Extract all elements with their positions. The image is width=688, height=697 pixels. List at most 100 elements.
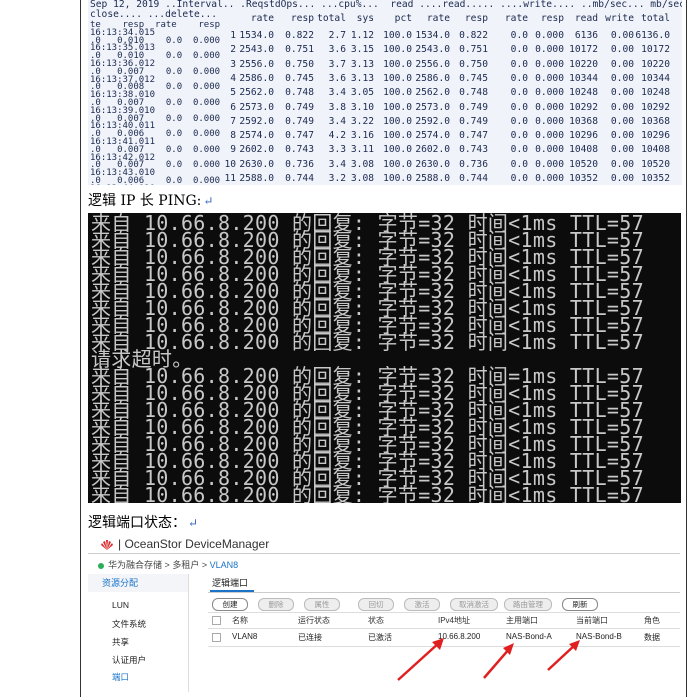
vdbench-cell: 7: [230, 115, 236, 127]
vdbench-cell: 0.0: [510, 101, 528, 113]
breadcrumb-current[interactable]: VLAN8: [210, 560, 239, 570]
vdbench-row: 1 1534.0 0.822 2.7 1.12 100.0 1534.0 0.822 0.0 0.…: [88, 29, 682, 43]
vdbench-cell: 10248: [641, 87, 670, 99]
vdbench-cell: 0.00: [610, 144, 634, 156]
vdbench-cell: 0.747: [459, 130, 488, 142]
vdbench-cell: 0.00: [610, 158, 634, 170]
vdbench-cell: 0.748: [459, 87, 488, 99]
activate-button[interactable]: 激活: [404, 598, 440, 611]
vdbench-cell: 0.000: [535, 144, 564, 156]
vdbench-cell: 100.0: [383, 158, 412, 170]
sidebar-header[interactable]: 资源分配: [88, 574, 188, 592]
properties-button[interactable]: 属性: [304, 598, 340, 611]
column-header-running-status[interactable]: 运行状态: [298, 615, 330, 627]
column-header-status[interactable]: 状态: [368, 615, 384, 627]
vdbench-cell: 0.0: [510, 158, 528, 170]
vdbench-cell: 3.05: [350, 87, 374, 99]
ping-console: 来自 10.66.8.200 的回复: 字节=32 时间<1ms TTL=57 来…: [88, 213, 681, 503]
vdbench-cell: 3.8: [328, 101, 346, 113]
vdbench-cell: 10296: [641, 130, 670, 142]
column-header-current-port[interactable]: 当前端口: [576, 615, 608, 627]
breadcrumb-item[interactable]: 多租户: [172, 560, 199, 570]
vdbench-cell: 0.745: [459, 72, 488, 84]
vdbench-cell: 2586.0: [415, 72, 450, 84]
vdbench-cell: 3.08: [350, 173, 374, 184]
vdbench-cell: 0.00: [610, 87, 634, 99]
sidebar-item-share[interactable]: 共享: [112, 636, 129, 648]
vdbench-cell: 100.0: [383, 101, 412, 113]
console-line: 来自 10.66.8.200 的回复: 字节=32 时间<1ms TTL=57: [91, 483, 644, 503]
vdbench-cell: 2573.0: [415, 101, 450, 113]
cell-name[interactable]: VLAN8: [232, 632, 257, 641]
row-checkbox[interactable]: [212, 633, 221, 642]
vdbench-cell: 0.00: [610, 173, 634, 184]
create-button[interactable]: 创建: [212, 598, 248, 611]
tab-logical-port[interactable]: 逻辑端口: [212, 576, 248, 589]
breadcrumb: 华为融合存储 > 多租户 > VLAN8: [98, 558, 238, 571]
column-header-primary-port[interactable]: 主用端口: [506, 615, 538, 627]
vdbench-cell: 0.0: [510, 58, 528, 70]
vdbench-cell: 100.0: [383, 58, 412, 70]
vdbench-cell: 0.000: [535, 130, 564, 142]
column-header-role[interactable]: 角色: [644, 615, 660, 627]
vdbench-cell: 0.749: [285, 101, 314, 113]
breadcrumb-item[interactable]: 华为融合存储: [108, 560, 162, 570]
sidebar-item-lun[interactable]: LUN: [112, 600, 129, 610]
arrow-current-port-icon: [547, 640, 580, 671]
vdbench-cell: 100.0: [383, 144, 412, 156]
vdbench-cell: 0.00: [610, 30, 634, 41]
vdbench-cell: 0.822: [285, 30, 314, 41]
refresh-button[interactable]: 刷新: [562, 598, 598, 611]
deactivate-button[interactable]: 取消激活: [450, 598, 498, 611]
vdbench-cell: 0.750: [459, 58, 488, 70]
vdbench-cell: 10344: [569, 72, 598, 84]
vdbench-cell: 0.0: [510, 30, 528, 41]
vdbench-row: 8 2574.0 0.747 4.2 3.16 100.0 2574.0 0.747 0.0 0.…: [88, 129, 682, 143]
vdbench-cell: 1: [230, 30, 236, 41]
failback-button[interactable]: 回切: [358, 598, 394, 611]
vdbench-cell: 10248: [569, 87, 598, 99]
vdbench-cell: 0.00: [610, 58, 634, 70]
vdbench-cell: 0.749: [285, 115, 314, 127]
sidebar-item-port[interactable]: 端口: [112, 671, 129, 683]
vdbench-cell: 3.13: [350, 58, 374, 70]
vdbench-cell: 2543.0: [415, 44, 450, 56]
arrow-ipv4-icon: [397, 638, 444, 681]
vdbench-cell: 3.13: [350, 72, 374, 84]
vdbench-cell: 10408: [569, 144, 598, 156]
vdbench-cell: 1534.0: [239, 30, 274, 41]
select-all-checkbox[interactable]: [212, 616, 221, 625]
vdbench-cell: 0.822: [459, 30, 488, 41]
vdbench-cell: 10220: [641, 58, 670, 70]
vdbench-cell: 0.0: [510, 173, 528, 184]
vdbench-cell: 10408: [641, 144, 670, 156]
vdbench-column-header: rate: [426, 13, 450, 24]
vdbench-cell: 0.0: [510, 72, 528, 84]
vdbench-cell: 2562.0: [239, 87, 274, 99]
vdbench-cell: 0.000: [535, 158, 564, 170]
sidebar-item-filesystem[interactable]: 文件系统: [112, 618, 146, 630]
vdbench-cell: 0.0: [510, 87, 528, 99]
route-management-button[interactable]: 路由管理: [504, 598, 552, 611]
vdbench-column-header: resp: [464, 13, 488, 24]
app-title: | OceanStor DeviceManager: [100, 537, 269, 551]
column-header-ipv4[interactable]: IPv4地址: [438, 615, 470, 627]
vdbench-cell: 3.3: [328, 144, 346, 156]
vdbench-cell: 0.743: [459, 144, 488, 156]
vdbench-cell: 0.743: [285, 144, 314, 156]
vdbench-cell: 3.15: [350, 44, 374, 56]
table-header-top-border: [208, 612, 680, 613]
vdbench-cell: 3.6: [328, 44, 346, 56]
vdbench-cell: 0.00: [610, 115, 634, 127]
vdbench-cell: 2574.0: [239, 130, 274, 142]
vdbench-row: 10 2630.0 0.736 3.4 3.08 100.0 2630.0 0.736 0.0 0…: [88, 158, 682, 172]
column-header-name[interactable]: 名称: [232, 615, 248, 627]
delete-button[interactable]: 删除: [258, 598, 294, 611]
vdbench-cell: 10292: [569, 101, 598, 113]
vdbench-cell: 4.2: [328, 130, 346, 142]
vdbench-cell: 10520: [641, 158, 670, 170]
sidebar-item-auth-user[interactable]: 认证用户: [112, 654, 146, 666]
vdbench-cell: 2602.0: [415, 144, 450, 156]
table-header-bottom-border: [208, 628, 680, 629]
vdbench-cell: 0.000: [535, 87, 564, 99]
